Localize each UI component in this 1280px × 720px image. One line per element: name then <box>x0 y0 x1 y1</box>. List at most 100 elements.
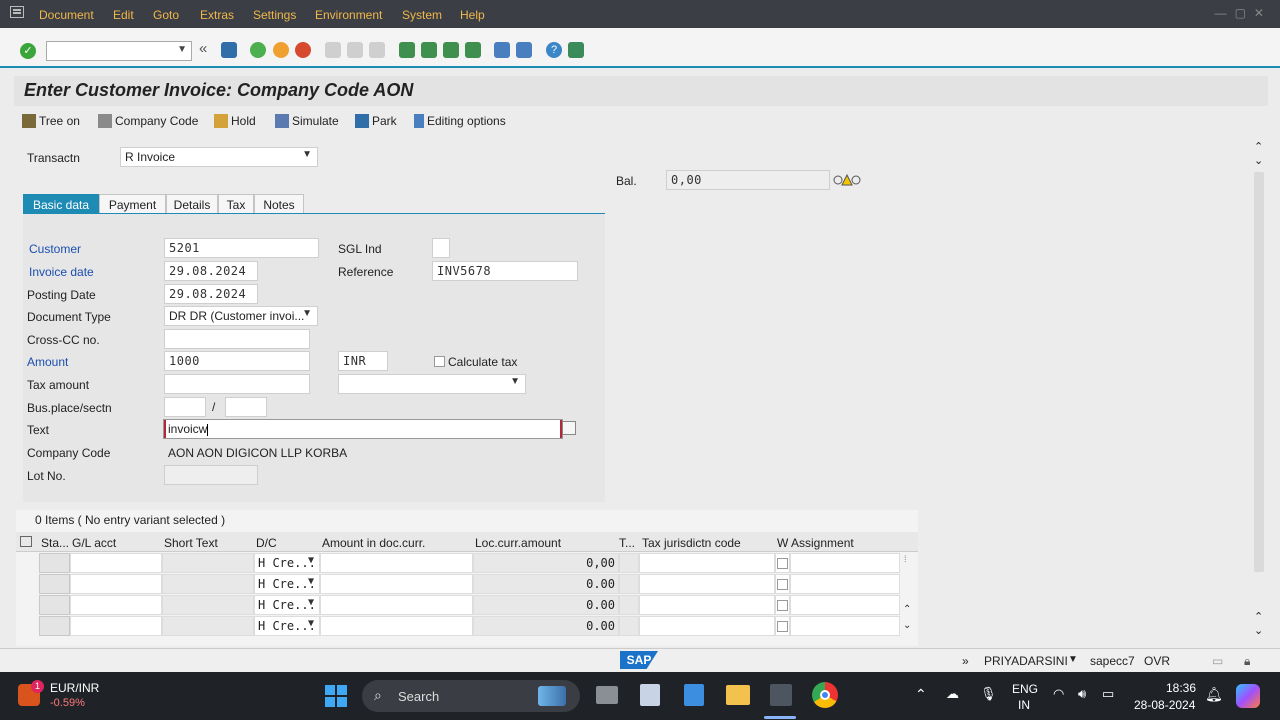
tax-jurisdiction-cell[interactable] <box>639 553 775 573</box>
status-layout-icon[interactable]: ▭ <box>1212 654 1223 668</box>
amount-field[interactable]: 1000 <box>164 351 310 371</box>
company-code-button[interactable]: Company Code <box>98 114 198 128</box>
status-mode[interactable]: OVR <box>1144 654 1170 668</box>
menu-document[interactable]: Document <box>39 8 94 22</box>
col-tax[interactable]: T... <box>619 536 635 550</box>
last-page-icon[interactable] <box>465 42 481 58</box>
sap-logon-icon[interactable] <box>770 684 792 706</box>
assignment-cell[interactable] <box>790 574 900 594</box>
scroll-down-icon[interactable]: ⌄ <box>1254 154 1263 167</box>
w-checkbox[interactable] <box>777 558 788 569</box>
table-scrollbar[interactable]: ⁞ ⌃ ⌄ <box>902 554 916 638</box>
page-scrollbar[interactable]: ⌃ ⌄ ⌃ ⌄ <box>1252 140 1266 645</box>
posting-date-field[interactable]: 29.08.2024 <box>164 284 258 304</box>
volume-icon[interactable]: 🔊︎ <box>1078 686 1086 702</box>
col-tax-jurisdiction[interactable]: Tax jurisdictn code <box>642 536 741 550</box>
create-session-icon[interactable] <box>494 42 510 58</box>
calculate-tax-checkbox[interactable] <box>434 356 445 367</box>
document-type-select[interactable]: DR DR (Customer invoi... ▼ <box>164 306 318 326</box>
ticker-label[interactable]: EUR/INR <box>50 681 99 695</box>
gl-account-cell[interactable] <box>70 574 162 594</box>
lock-icon[interactable]: 🔒︎ <box>1244 654 1250 669</box>
wifi-icon[interactable]: ◠ <box>1053 686 1064 702</box>
assignment-cell[interactable] <box>790 553 900 573</box>
scroll-up-icon[interactable]: ⌃ <box>1254 140 1263 153</box>
next-page-icon[interactable] <box>443 42 459 58</box>
menu-environment[interactable]: Environment <box>315 8 382 22</box>
col-w[interactable]: W <box>777 536 788 550</box>
menu-extras[interactable]: Extras <box>200 8 234 22</box>
col-loc-amount[interactable]: Loc.curr.amount <box>475 536 561 550</box>
layout-icon[interactable] <box>568 42 584 58</box>
windows-start-icon[interactable] <box>324 684 348 708</box>
tab-notes[interactable]: Notes <box>254 194 304 214</box>
assignment-cell[interactable] <box>790 616 900 636</box>
save-icon[interactable] <box>221 42 237 58</box>
table-settings-icon[interactable] <box>20 536 32 547</box>
section-field[interactable] <box>225 397 267 417</box>
gl-account-cell[interactable] <box>70 616 162 636</box>
currency-field[interactable]: INR <box>338 351 388 371</box>
dc-select[interactable]: H Cre... ▼ <box>254 616 320 636</box>
scrollbar-thumb[interactable] <box>1254 172 1264 572</box>
col-short-text[interactable]: Short Text <box>164 536 218 550</box>
battery-icon[interactable]: ▭ <box>1102 686 1114 702</box>
exit-icon[interactable] <box>273 42 289 58</box>
amount-doc-cell[interactable] <box>320 574 473 594</box>
scroll-down-icon[interactable]: ⌄ <box>903 620 911 631</box>
language-line2[interactable]: IN <box>1018 698 1030 712</box>
command-field[interactable]: ▼ <box>46 41 192 61</box>
enter-icon[interactable]: ✓ <box>20 43 36 59</box>
microphone-icon[interactable]: 🎙︎ <box>980 686 997 702</box>
editing-options-button[interactable]: Editing options <box>414 114 506 128</box>
row-selector[interactable] <box>39 595 70 615</box>
tax-jurisdiction-cell[interactable] <box>639 574 775 594</box>
tab-basic-data[interactable]: Basic data <box>23 194 99 214</box>
chrome-icon[interactable] <box>812 682 838 708</box>
prev-page-icon[interactable] <box>421 42 437 58</box>
sap-menu-icon[interactable] <box>10 6 24 18</box>
clock-date[interactable]: 28-08-2024 <box>1134 698 1195 712</box>
menu-help[interactable]: Help <box>460 8 485 22</box>
taskbar-search[interactable]: ⌕ Search <box>362 680 580 712</box>
shortcut-icon[interactable] <box>516 42 532 58</box>
business-place-field[interactable] <box>164 397 206 417</box>
w-checkbox[interactable] <box>777 600 788 611</box>
menu-goto[interactable]: Goto <box>153 8 179 22</box>
row-selector[interactable] <box>39 574 70 594</box>
simulate-button[interactable]: Simulate <box>275 114 339 128</box>
show-hidden-icons-icon[interactable]: ⌃ <box>915 686 927 703</box>
back-nav-icon[interactable]: « <box>199 40 215 57</box>
reference-field[interactable]: INV5678 <box>432 261 578 281</box>
assignment-cell[interactable] <box>790 595 900 615</box>
customer-field[interactable]: 5201 <box>164 238 319 258</box>
dc-select[interactable]: H Cre... ▼ <box>254 553 320 573</box>
gl-account-cell[interactable] <box>70 553 162 573</box>
tax-code-select[interactable]: ▼ <box>338 374 526 394</box>
window-controls[interactable]: —▢✕ <box>1215 6 1272 20</box>
task-view-icon[interactable] <box>596 686 618 704</box>
gl-account-cell[interactable] <box>70 595 162 615</box>
tab-tax[interactable]: Tax <box>218 194 254 214</box>
col-dc[interactable]: D/C <box>256 536 277 550</box>
park-button[interactable]: Park <box>355 114 397 128</box>
tax-jurisdiction-cell[interactable] <box>639 595 775 615</box>
notepad-icon[interactable] <box>684 684 704 706</box>
amount-doc-cell[interactable] <box>320 553 473 573</box>
notification-bell-icon[interactable]: 🔔︎ <box>1205 686 1223 703</box>
w-checkbox[interactable] <box>777 579 788 590</box>
scroll-up-icon[interactable]: ⌃ <box>903 604 911 615</box>
sgl-ind-field[interactable] <box>432 238 450 258</box>
clock-time[interactable]: 18:36 <box>1166 681 1196 695</box>
col-amount-doc[interactable]: Amount in doc.curr. <box>322 536 425 550</box>
hold-button[interactable]: Hold <box>214 114 256 128</box>
w-checkbox[interactable] <box>777 621 788 632</box>
menu-system[interactable]: System <box>402 8 442 22</box>
col-gl-account[interactable]: G/L acct <box>72 536 116 550</box>
cross-cc-field[interactable] <box>164 329 310 349</box>
amount-doc-cell[interactable] <box>320 616 473 636</box>
invoice-date-field[interactable]: 29.08.2024 <box>164 261 258 281</box>
row-selector[interactable] <box>39 616 70 636</box>
tab-payment[interactable]: Payment <box>99 194 166 214</box>
first-page-icon[interactable] <box>399 42 415 58</box>
